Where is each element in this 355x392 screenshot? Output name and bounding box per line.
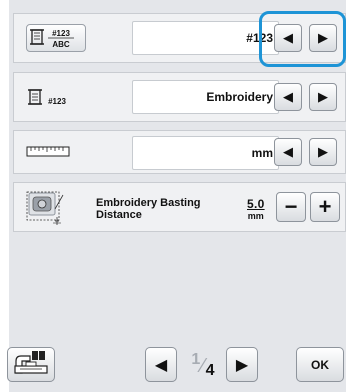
left-arrow-icon: ◀ <box>283 89 293 104</box>
left-arrow-icon: ◀ <box>154 356 168 374</box>
basting-decrease-button[interactable]: − <box>276 192 306 222</box>
thread-brand-row: #123 Embroidery ◀ ▶ <box>13 72 346 122</box>
thread-color-value: #123 <box>132 21 279 55</box>
total-pages: 4 <box>205 362 215 379</box>
selection-highlight <box>259 11 346 67</box>
minus-icon: − <box>284 194 298 219</box>
units-value: mm <box>132 136 279 170</box>
basting-distance-value: 5.0 mm <box>247 197 265 221</box>
basting-frame-icon <box>26 191 86 225</box>
current-page: 1 <box>191 351 201 368</box>
plus-icon: + <box>318 194 332 219</box>
svg-text:#123: #123 <box>52 29 70 38</box>
embroidery-machine-icon <box>12 349 50 380</box>
page-next-button[interactable]: ▶ <box>226 347 258 382</box>
page-prev-button[interactable]: ◀ <box>145 347 177 382</box>
svg-text:ABC: ABC <box>52 40 70 49</box>
ruler-icon <box>26 145 70 164</box>
units-prev-button[interactable]: ◀ <box>274 138 302 166</box>
ok-label: OK <box>311 357 329 372</box>
right-arrow-icon: ▶ <box>318 89 328 104</box>
page-slash: ⁄ <box>201 354 205 377</box>
brand-next-button[interactable]: ▶ <box>309 83 337 111</box>
right-arrow-icon: ▶ <box>235 356 249 374</box>
brand-prev-button[interactable]: ◀ <box>274 83 302 111</box>
page-indicator: 1 ⁄ 4 <box>183 350 223 382</box>
thread-spool-number-icon: #123 <box>26 83 86 111</box>
basting-distance-label: Embroidery Basting Distance <box>96 197 201 221</box>
units-next-button[interactable]: ▶ <box>309 138 337 166</box>
right-arrow-icon: ▶ <box>318 144 328 159</box>
svg-text:#123: #123 <box>48 97 66 106</box>
left-arrow-icon: ◀ <box>283 144 293 159</box>
thread-spool-number-abc-icon: #123 ABC <box>26 24 86 52</box>
thread-brand-value: Embroidery <box>132 80 279 114</box>
embroidery-mode-button[interactable] <box>7 347 55 382</box>
units-row: mm ◀ ▶ <box>13 130 346 174</box>
settings-screen: #123 ABC #123 ◀ ▶ #123 Embroidery ◀ ▶ mm… <box>7 0 346 392</box>
basting-increase-button[interactable]: + <box>310 192 340 222</box>
basting-distance-row: Embroidery Basting Distance 5.0 mm − + <box>13 182 346 232</box>
ok-button[interactable]: OK <box>296 347 344 382</box>
